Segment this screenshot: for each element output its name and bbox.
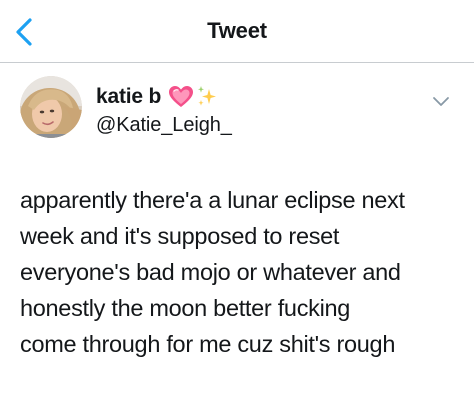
display-name[interactable]: katie b [96,85,161,109]
nav-bar: Tweet [0,0,474,63]
tweet-text-line: come through for me cuz shit's rough [20,331,396,357]
user-handle[interactable]: @Katie_Leigh_ [96,114,232,137]
heart-icon [168,85,194,109]
avatar-image [20,76,82,138]
tweet-text-line: apparently there'a a lunar eclipse next [20,187,405,213]
sparkles-icon [195,85,219,109]
tweet-text: apparently there'a a lunar eclipse next … [20,182,460,362]
tweet-text-line: week and it's supposed to reset [20,223,340,249]
page-title: Tweet [207,18,267,43]
tweet-text-line: honestly the moon better fucking [20,295,351,321]
avatar[interactable] [20,76,82,138]
chevron-down-icon[interactable] [430,90,452,112]
tweet-author: katie b @Katie_Leigh_ [20,76,460,142]
tweet-text-line: everyone's bad mojo or whatever and [20,259,401,285]
display-name-row: katie b [96,84,219,110]
